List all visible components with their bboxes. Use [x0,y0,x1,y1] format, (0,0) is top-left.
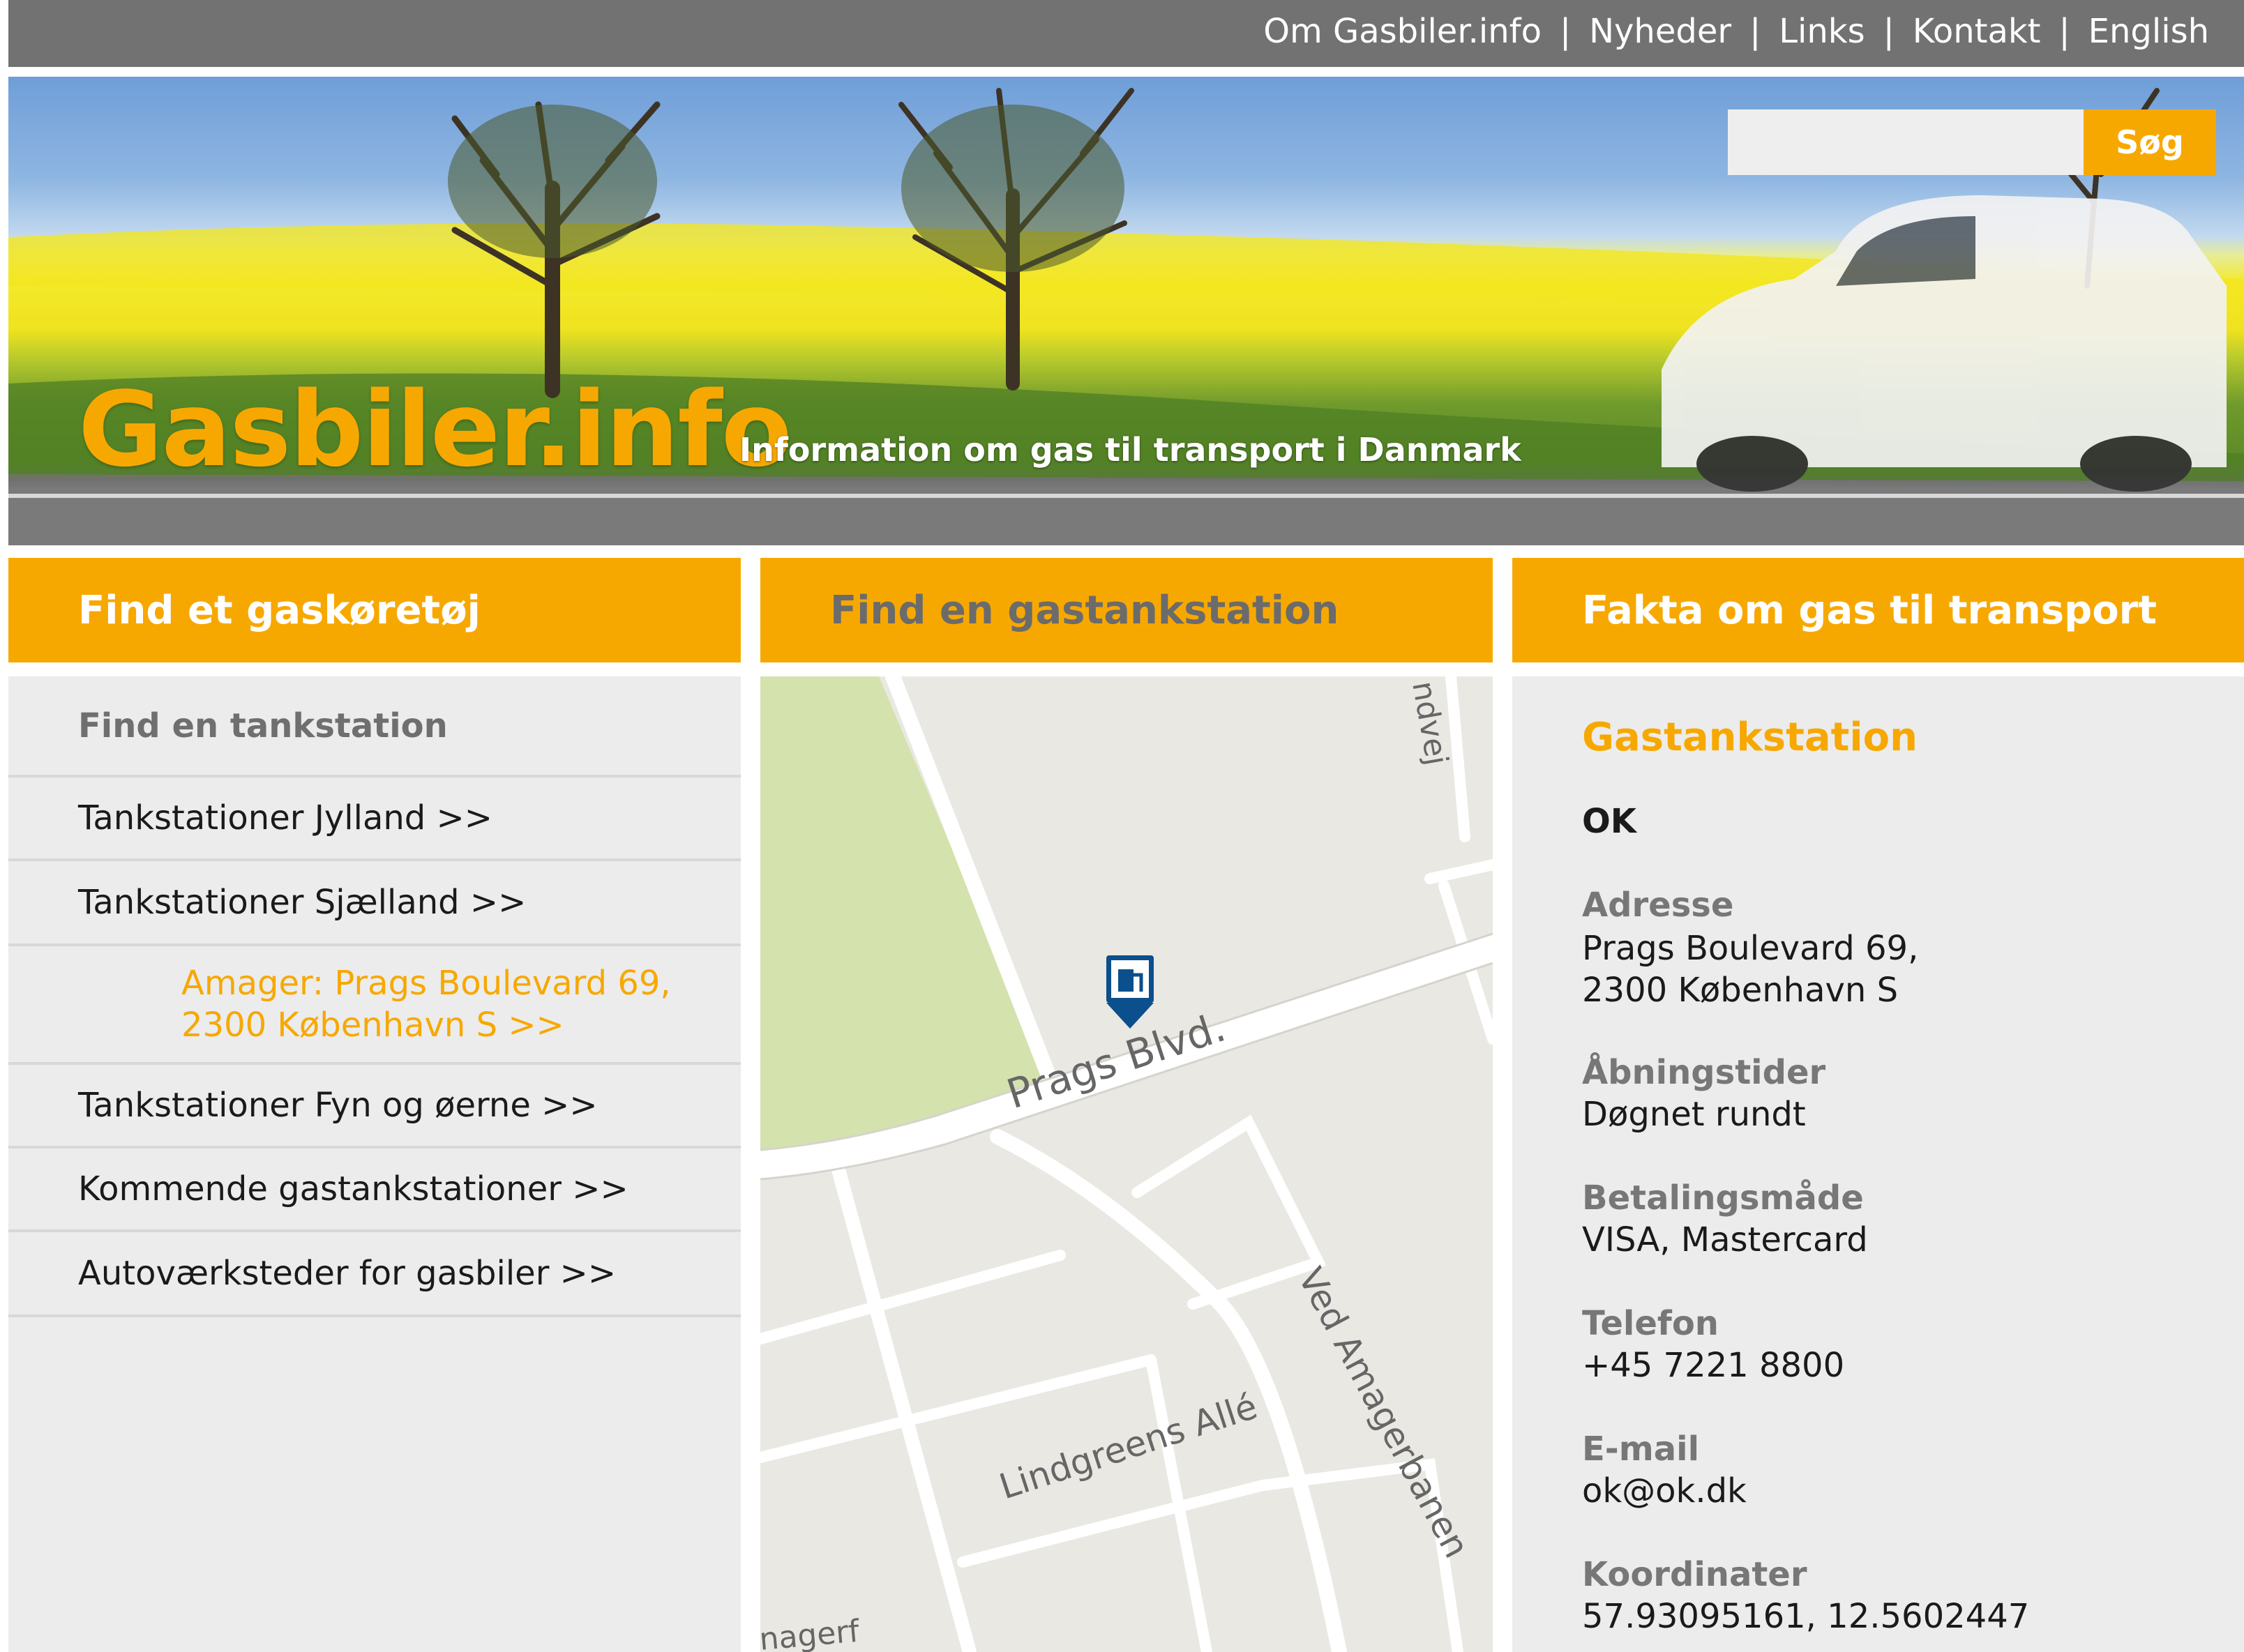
sidebar-item-amager-line2: 2300 København S >> [181,1006,564,1045]
station-details: Gastankstation OK Adresse Prags Boulevar… [1512,676,2244,1652]
payment-value: VISA, Mastercard [1582,1220,1868,1259]
site-logo[interactable]: Gasbiler.info [78,370,792,490]
sidebar-item-amager-line1: Amager: Prags Boulevard 69, [181,964,671,1003]
address-label: Adresse [1582,886,1734,925]
address-line2: 2300 København S [1582,971,1899,1010]
tab-facts[interactable]: Fakta om gas til transport [1512,558,2244,662]
email-label: E-mail [1582,1430,1700,1469]
nav-english[interactable]: English [2088,12,2209,51]
sidebar-heading: Find en tankstation [8,676,741,778]
tab-find-station[interactable]: Find en gastankstation [760,558,1493,662]
hours-label: Åbningstider [1582,1053,1826,1092]
top-nav: Om Gasbiler.info | Nyheder | Links | Kon… [1263,0,2209,63]
coords-value: 57.93095161, 12.5602447 [1582,1597,2030,1636]
nav-separator: | [2058,12,2070,51]
payment-label: Betalingsmåde [1582,1179,1864,1218]
search-button[interactable]: Søg [2084,109,2216,175]
map-canvas[interactable]: Prags Blvd. Lindgreens Allé Ved Amagerba… [760,676,1493,1652]
address-line1: Prags Boulevard 69, [1582,929,1919,968]
tab-find-vehicle[interactable]: Find et gaskøretøj [8,558,741,662]
nav-separator: | [1559,12,1572,51]
sidebar-item-amager[interactable]: Amager: Prags Boulevard 69, 2300 Københa… [8,946,741,1065]
site-tagline: Information om gas til transport i Danma… [739,431,1521,469]
sidebar: Find en tankstation Tankstationer Jyllan… [8,676,741,1652]
coords-label: Koordinater [1582,1555,1807,1594]
nav-separator: | [1749,12,1761,51]
sidebar-item-fyn[interactable]: Tankstationer Fyn og øerne >> [8,1065,741,1149]
sidebar-item-upcoming[interactable]: Kommende gastankstationer >> [8,1149,741,1232]
hours-value: Døgnet rundt [1582,1095,1806,1134]
nav-about[interactable]: Om Gasbiler.info [1263,12,1542,51]
nav-links[interactable]: Links [1779,12,1865,51]
nav-contact[interactable]: Kontakt [1913,12,2041,51]
van-image [1662,195,2227,492]
phone-value[interactable]: +45 7221 8800 [1582,1344,1844,1386]
email-value[interactable]: ok@ok.dk [1582,1470,1747,1512]
station-map[interactable]: Prags Blvd. Lindgreens Allé Ved Amagerba… [760,676,1493,1652]
top-bar: Om Gasbiler.info | Nyheder | Links | Kon… [8,0,2244,67]
station-name: OK [1582,802,1636,841]
nav-separator: | [1883,12,1895,51]
hero-banner: Søg Gasbiler.info Information om gas til… [8,77,2244,545]
sidebar-item-sjaelland[interactable]: Tankstationer Sjælland >> [8,861,741,946]
sidebar-item-workshops[interactable]: Autoværksteder for gasbiler >> [8,1232,741,1317]
station-title: Gastankstation [1582,715,1918,760]
sidebar-item-jylland[interactable]: Tankstationer Jylland >> [8,778,741,861]
phone-label: Telefon [1582,1304,1719,1343]
search-input[interactable] [1728,109,2084,175]
nav-news[interactable]: Nyheder [1589,12,1731,51]
